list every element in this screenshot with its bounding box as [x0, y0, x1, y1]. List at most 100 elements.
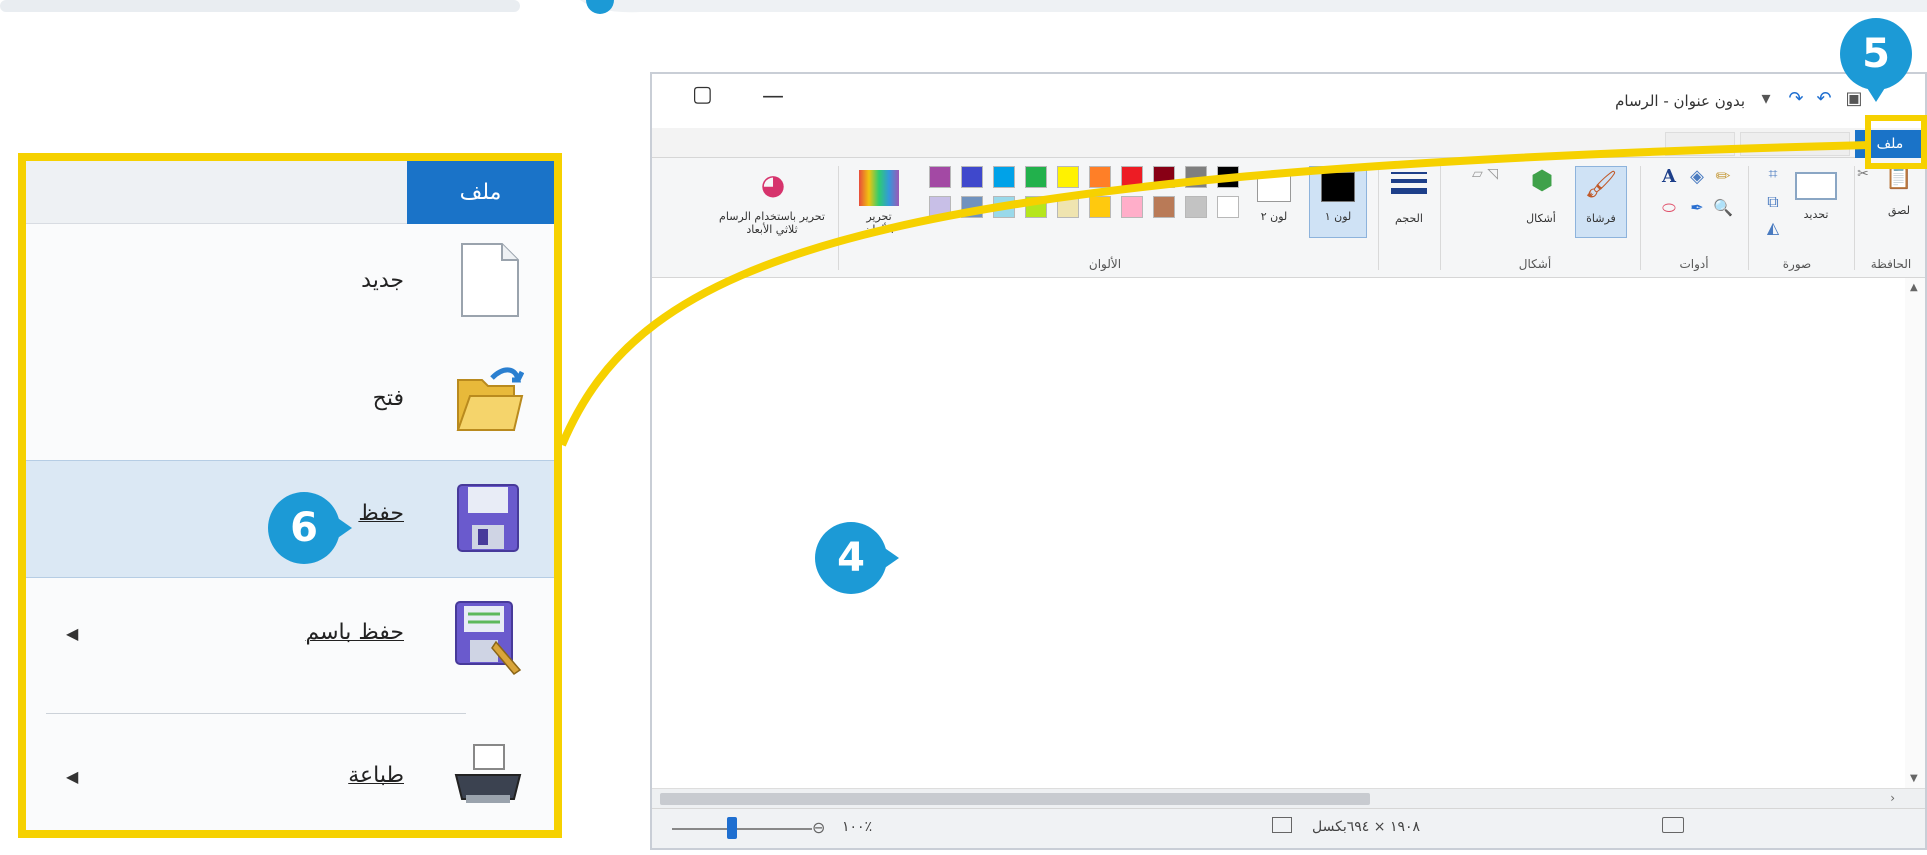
- menu-item-label: حفظ باسم: [305, 620, 404, 645]
- shapes-label[interactable]: أشكال: [1519, 212, 1563, 225]
- menu-item-new[interactable]: جديد: [26, 224, 554, 342]
- crop-icon[interactable]: ⌗: [1761, 164, 1785, 184]
- scroll-right-icon[interactable]: ›: [1890, 791, 1895, 805]
- group-shapes: أشكال: [1518, 257, 1552, 271]
- palette-color-swatch[interactable]: [1025, 166, 1047, 188]
- paint3d-icon[interactable]: ◕: [753, 168, 793, 201]
- palette-color-swatch[interactable]: [961, 166, 983, 188]
- vertical-scrollbar[interactable]: ▲ ▼: [1905, 278, 1925, 788]
- group-image: صورة: [1782, 257, 1812, 271]
- palette-color-swatch[interactable]: [1121, 166, 1143, 188]
- menu-item-label: فتح: [372, 386, 404, 411]
- palette-color-swatch[interactable]: [961, 196, 983, 218]
- palette-color-swatch[interactable]: [1185, 196, 1207, 218]
- ribbon-separator: [1378, 166, 1379, 270]
- palette-color-swatch[interactable]: [1153, 196, 1175, 218]
- palette-color-swatch[interactable]: [993, 196, 1015, 218]
- minimize-button[interactable]: —: [762, 86, 784, 108]
- color-picker-icon[interactable]: ✒: [1685, 198, 1709, 217]
- palette-color-swatch[interactable]: [1121, 196, 1143, 218]
- menu-item-label: حفظ: [358, 501, 404, 526]
- zoom-level: ١٠٠٪: [842, 819, 873, 835]
- ribbon-separator: [1748, 166, 1749, 270]
- color1-label: لون ١: [1324, 210, 1352, 223]
- magnifier-icon[interactable]: 🔍: [1711, 198, 1735, 217]
- undo-icon[interactable]: ↶: [1813, 88, 1835, 110]
- select-label[interactable]: تحديد: [1791, 208, 1841, 221]
- paint3d-label[interactable]: تحرير باستخدام الرسام ثلاثي الأبعاد: [713, 210, 831, 236]
- resize-icon[interactable]: ⧉: [1761, 192, 1785, 212]
- palette-color-swatch[interactable]: [1057, 196, 1079, 218]
- palette-color-swatch[interactable]: [1089, 196, 1111, 218]
- palette-color-swatch[interactable]: [993, 166, 1015, 188]
- palette-color-swatch[interactable]: [1217, 196, 1239, 218]
- palette-color-swatch[interactable]: [1057, 166, 1079, 188]
- zoom-slider-thumb[interactable]: [727, 817, 737, 839]
- menu-item-open[interactable]: فتح: [26, 342, 554, 460]
- palette-color-swatch[interactable]: [929, 196, 951, 218]
- paste-icon[interactable]: 📋: [1879, 166, 1919, 191]
- group-tools: أدوات: [1679, 257, 1709, 271]
- palette-color-swatch[interactable]: [1153, 166, 1175, 188]
- zoom-out-icon[interactable]: ⊖: [812, 818, 825, 837]
- image-size-icon: [1272, 817, 1292, 833]
- ribbon-separator: [1854, 166, 1855, 270]
- tab-view[interactable]: [1665, 132, 1735, 156]
- edit-colors-label[interactable]: تحرير الألوان: [851, 210, 907, 236]
- color2-swatch[interactable]: [1257, 172, 1291, 202]
- eraser-icon[interactable]: ⬭: [1657, 198, 1681, 218]
- save-disk-icon: [457, 484, 519, 552]
- edit-colors-icon[interactable]: [859, 170, 899, 206]
- callout-4: 4: [815, 522, 899, 594]
- image-dimensions: ١٩٠٨ × ٦٩٤بكسل: [1312, 819, 1421, 835]
- file-menu-header: ملف: [26, 161, 554, 224]
- callout-5: 5: [1840, 18, 1912, 102]
- qa-dropdown-icon[interactable]: ▾: [1755, 88, 1777, 110]
- color2-label[interactable]: لون ٢: [1249, 210, 1299, 223]
- select-icon[interactable]: [1795, 172, 1837, 200]
- pencil-icon[interactable]: ✏: [1711, 166, 1735, 187]
- paste-label[interactable]: لصق: [1877, 204, 1921, 217]
- palette-color-swatch[interactable]: [1185, 166, 1207, 188]
- menu-item-label: طباعة: [348, 763, 404, 788]
- color1-swatch: [1321, 172, 1355, 202]
- file-menu-tab[interactable]: ملف: [407, 161, 554, 224]
- group-colors: الألوان: [1088, 257, 1122, 271]
- paint-window: ▢ — بدون عنوان - الرسام ▾ ↷ ↶ ▣ ملف 📋 لص…: [650, 72, 1927, 850]
- rotate-icon[interactable]: ◭: [1761, 218, 1785, 237]
- palette-color-swatch[interactable]: [1089, 166, 1111, 188]
- text-icon[interactable]: A: [1657, 166, 1681, 187]
- ribbon-tabs: ملف: [652, 128, 1925, 158]
- zoom-slider[interactable]: [672, 828, 812, 830]
- size-label[interactable]: الحجم: [1387, 212, 1431, 225]
- palette-color-swatch[interactable]: [1025, 196, 1047, 218]
- new-file-icon: [461, 243, 519, 317]
- scroll-thumb[interactable]: [660, 793, 1370, 805]
- restore-button[interactable]: ▢: [692, 84, 713, 106]
- ribbon: 📋 لصق ✂ الحافظة تحديد ⌗ ⧉ ◭ صورة ✏ ◈ A 🔍…: [652, 158, 1925, 278]
- brush-icon: 🖌: [1584, 170, 1618, 200]
- tab-home[interactable]: [1740, 132, 1850, 156]
- printer-icon: [454, 744, 522, 803]
- save-as-icon: [455, 601, 522, 675]
- redo-icon[interactable]: ↷: [1785, 88, 1807, 110]
- file-tab-highlight: [1865, 115, 1927, 169]
- brushes-label: فرشاة: [1586, 212, 1616, 225]
- status-bar: ⊖ ١٠٠٪ ١٩٠٨ × ٦٩٤بكسل: [652, 808, 1925, 848]
- menu-item-save-as[interactable]: حفظ باسم ◀: [26, 578, 554, 696]
- fill-icon[interactable]: ◈: [1685, 166, 1709, 187]
- ribbon-separator: [838, 166, 839, 270]
- menu-item-label: جديد: [361, 268, 404, 293]
- menu-divider: [46, 713, 466, 714]
- title-bar: ▢ — بدون عنوان - الرسام ▾ ↷ ↶ ▣: [652, 74, 1925, 130]
- palette-color-swatch[interactable]: [929, 166, 951, 188]
- shape-gallery-icon[interactable]: ▱ ◹: [1455, 166, 1515, 182]
- horizontal-scrollbar[interactable]: ›: [652, 788, 1925, 808]
- menu-item-print[interactable]: طباعة ◀: [26, 717, 554, 835]
- open-folder-icon: [456, 367, 524, 431]
- selection-size-icon: [1662, 817, 1684, 833]
- submenu-arrow-icon: ◀: [66, 624, 79, 643]
- palette-color-swatch[interactable]: [1217, 166, 1239, 188]
- size-icon[interactable]: [1391, 172, 1427, 202]
- shapes-icon[interactable]: ⬢: [1525, 166, 1559, 196]
